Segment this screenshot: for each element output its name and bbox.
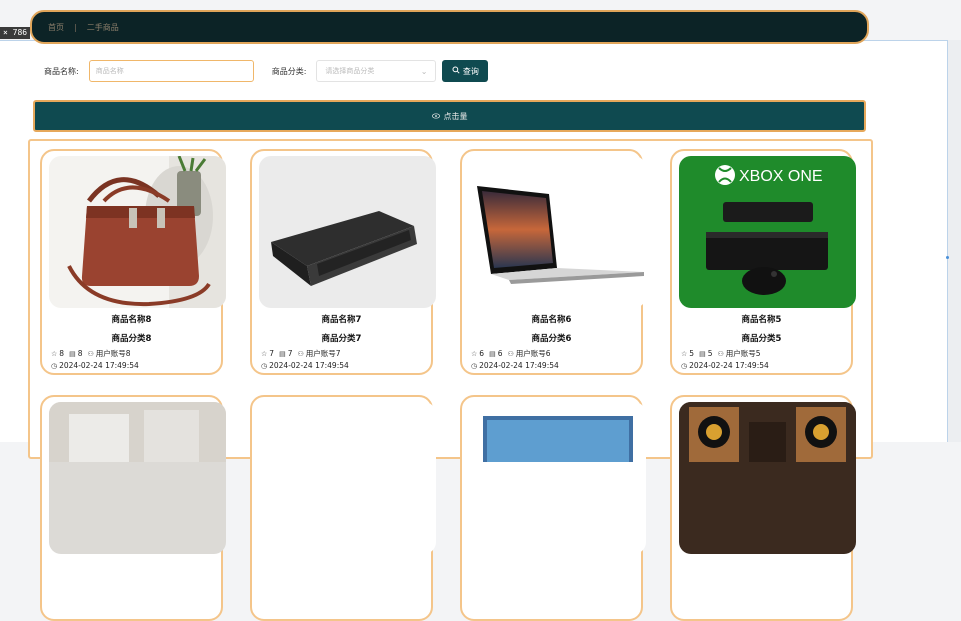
product-image-macbook	[469, 156, 646, 308]
user-account: 用户账号5	[725, 349, 761, 358]
user-icon: ⚇	[507, 349, 514, 358]
guide-line	[947, 40, 948, 442]
clock-icon: ◷	[51, 361, 58, 370]
comment-icon: ▤	[279, 349, 286, 358]
product-time: ◷ 2024-02-24 17:49:54	[51, 361, 139, 370]
size-indicator: × 786	[0, 27, 31, 39]
comment-icon: ▤	[699, 349, 706, 358]
navbar: 首页 | 二手商品	[30, 10, 869, 44]
product-card[interactable]	[250, 395, 436, 621]
eye-icon	[431, 112, 440, 121]
search-icon	[452, 66, 460, 76]
clock-icon: ◷	[681, 361, 688, 370]
product-name: 商品名称7	[321, 315, 362, 325]
product-image	[49, 402, 226, 554]
comment-count: 6	[497, 349, 503, 358]
star-icon: ☆	[261, 349, 268, 358]
product-name: 商品名称6	[531, 315, 572, 325]
product-name: 商品名称5	[741, 315, 782, 325]
click-count-label: 点击量	[443, 111, 468, 121]
product-meta: ☆ 7 ▤ 7 ⚇ 用户账号7	[261, 348, 341, 359]
product-image	[679, 402, 856, 554]
clock-icon: ◷	[471, 361, 478, 370]
star-count: 6	[479, 349, 485, 358]
star-icon: ☆	[51, 349, 58, 358]
time-value: 2024-02-24 17:49:54	[479, 361, 559, 370]
star-count: 5	[689, 349, 695, 358]
product-category: 商品分类6	[531, 334, 572, 344]
product-meta: ☆ 5 ▤ 5 ⚇ 用户账号5	[681, 348, 761, 359]
user-account: 用户账号8	[95, 349, 131, 358]
product-time: ◷ 2024-02-24 17:49:54	[261, 361, 349, 370]
breadcrumb-current: 二手商品	[86, 22, 119, 32]
time-value: 2024-02-24 17:49:54	[269, 361, 349, 370]
time-value: 2024-02-24 17:49:54	[689, 361, 769, 370]
product-image	[469, 402, 646, 554]
comment-count: 8	[77, 349, 83, 358]
comment-icon: ▤	[489, 349, 496, 358]
clock-icon: ◷	[261, 361, 268, 370]
star-icon: ☆	[681, 349, 688, 358]
product-card[interactable]: 商品名称8 商品分类8 ☆ 8 ▤ 8 ⚇ 用户账号8 ◷ 2024-02-24 17:…	[40, 149, 226, 375]
click-count-button[interactable]: 点击量	[33, 100, 866, 132]
product-time: ◷ 2024-02-24 17:49:54	[471, 361, 559, 370]
product-category: 商品分类7	[321, 334, 362, 344]
user-icon: ⚇	[717, 349, 724, 358]
product-card[interactable]: 商品名称6 商品分类6 ☆ 6 ▤ 6 ⚇ 用户账号6 ◷ 2024-02-24 17:…	[460, 149, 646, 375]
outer-background	[948, 40, 961, 442]
product-meta: ☆ 8 ▤ 8 ⚇ 用户账号8	[51, 348, 131, 359]
user-icon: ⚇	[297, 349, 304, 358]
product-image	[259, 402, 436, 554]
query-label: 查询	[462, 66, 479, 76]
star-icon: ☆	[471, 349, 478, 358]
name-input[interactable]: 商品名称	[88, 60, 254, 82]
product-card[interactable]: XBOX ONE 商品名称5 商品分类5 ☆ 5 ▤ 5 ⚇ 用户账号5 ◷ 2024-…	[670, 149, 856, 375]
product-image-xbox: XBOX ONE	[679, 156, 856, 308]
product-grid: 商品名称8 商品分类8 ☆ 8 ▤ 8 ⚇ 用户账号8 ◷ 2024-02-24 17:…	[28, 139, 873, 621]
product-image-handbag	[49, 156, 226, 308]
breadcrumb-home[interactable]: 首页	[48, 22, 64, 33]
user-account: 用户账号6	[515, 349, 551, 358]
product-card[interactable]	[460, 395, 646, 621]
star-count: 8	[59, 349, 65, 358]
product-category: 商品分类5	[741, 334, 782, 344]
xbox-logo-text: XBOX ONE	[739, 168, 823, 185]
product-time: ◷ 2024-02-24 17:49:54	[681, 361, 769, 370]
search-bar: 商品名称: 商品名称 商品分类: 请选择商品分类 ⌄ 查询	[44, 60, 489, 82]
comment-icon: ▤	[69, 349, 76, 358]
product-meta: ☆ 6 ▤ 6 ⚇ 用户账号6	[471, 348, 551, 359]
comment-count: 5	[707, 349, 713, 358]
query-button[interactable]: 查询	[442, 60, 489, 82]
comment-count: 7	[287, 349, 293, 358]
category-label: 商品分类:	[271, 66, 307, 76]
product-card[interactable]: 商品名称7 商品分类7 ☆ 7 ▤ 7 ⚇ 用户账号7 ◷ 2024-02-24 17:…	[250, 149, 436, 375]
product-category: 商品分类8	[111, 334, 152, 344]
product-card[interactable]	[670, 395, 856, 621]
name-placeholder: 商品名称	[95, 67, 124, 75]
user-icon: ⚇	[87, 349, 94, 358]
product-name: 商品名称8	[111, 315, 152, 325]
handle-dot	[946, 256, 949, 259]
time-value: 2024-02-24 17:49:54	[59, 361, 139, 370]
product-card[interactable]	[40, 395, 226, 621]
star-count: 7	[269, 349, 275, 358]
chevron-down-icon: ⌄	[420, 66, 428, 76]
breadcrumb-separator: |	[74, 22, 77, 32]
category-select[interactable]: 请选择商品分类 ⌄	[316, 60, 437, 82]
user-account: 用户账号7	[305, 349, 341, 358]
product-image-laptop	[259, 156, 436, 308]
category-placeholder: 请选择商品分类	[325, 67, 375, 75]
name-label: 商品名称:	[44, 66, 79, 76]
